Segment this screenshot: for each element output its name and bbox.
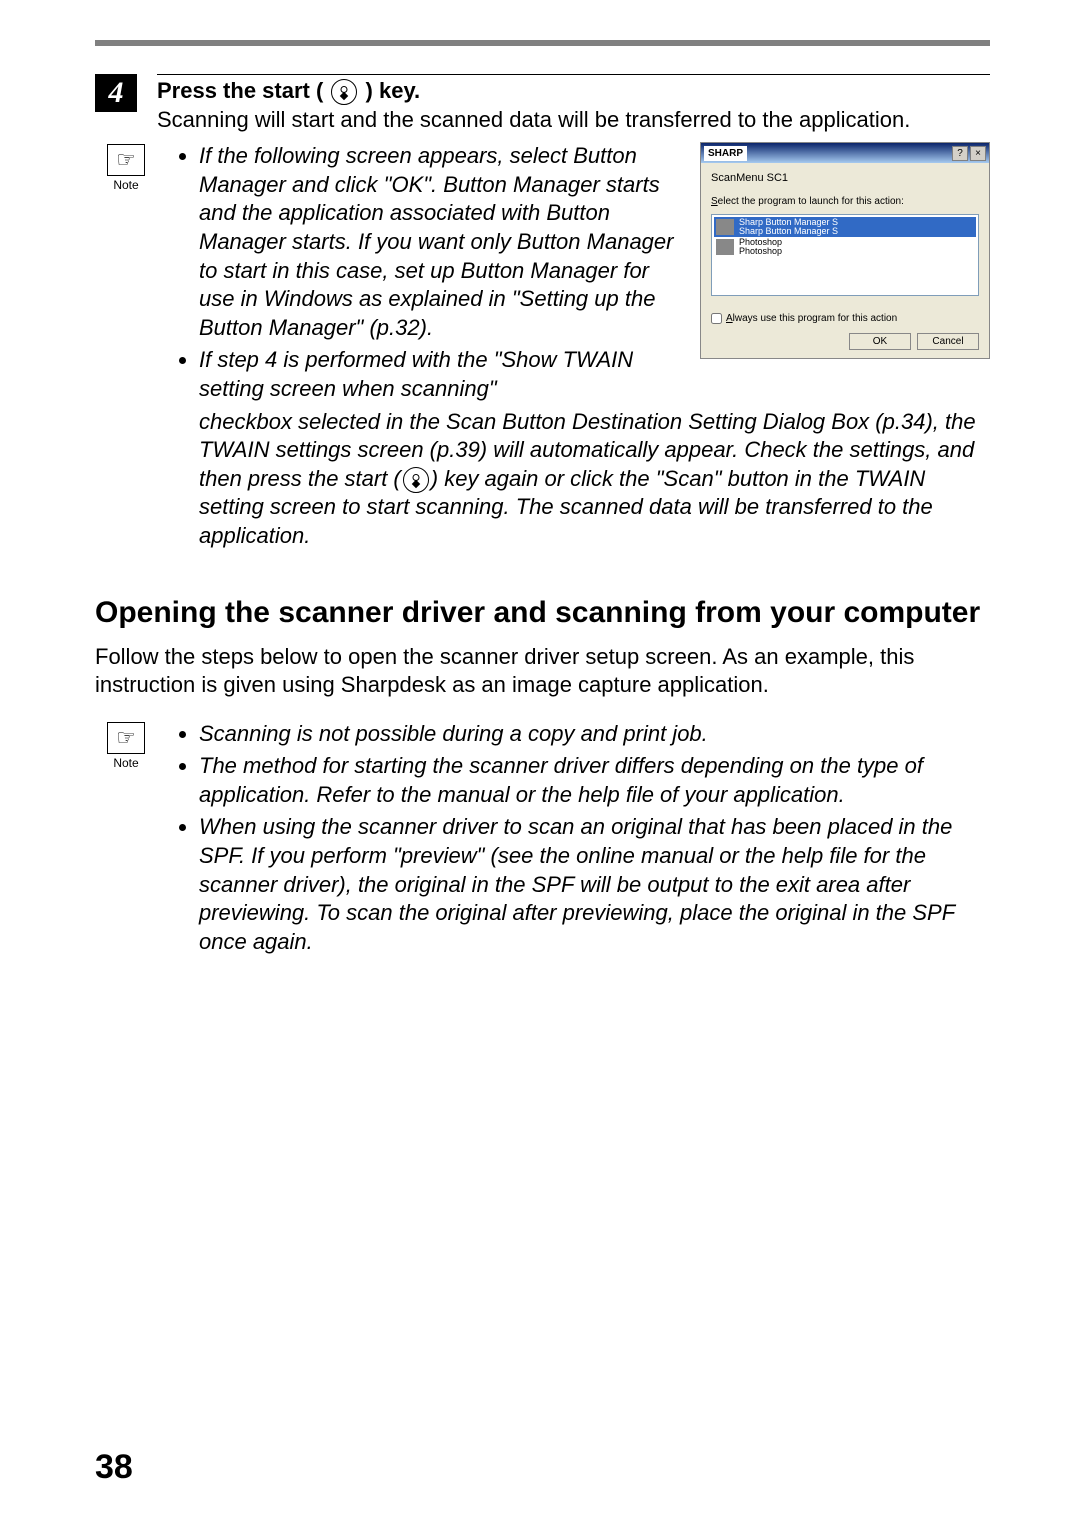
- step-4-block: 4 Press the start ( ) key. Scanning will…: [95, 74, 990, 134]
- note-icon-wrap: ☞ Note: [95, 144, 157, 192]
- help-icon[interactable]: ?: [952, 146, 968, 161]
- start-key-icon: [403, 467, 429, 493]
- list-item-photoshop[interactable]: Photoshop Photoshop: [714, 237, 976, 257]
- page-number: 38: [95, 1448, 133, 1487]
- program-icon: [716, 219, 734, 235]
- dialog-buttons: OK Cancel: [711, 333, 979, 350]
- note2-bullet2: The method for starting the scanner driv…: [199, 752, 990, 809]
- note1-list: If the following screen appears, select …: [177, 142, 682, 403]
- top-gray-bar: [95, 40, 990, 46]
- note1-bullet-text: If the following screen appears, select …: [177, 142, 682, 407]
- list-item-button-manager[interactable]: Sharp Button Manager S Sharp Button Mana…: [714, 217, 976, 237]
- checkbox-input[interactable]: [711, 313, 722, 324]
- program-list[interactable]: Sharp Button Manager S Sharp Button Mana…: [711, 214, 979, 296]
- step-number-badge: 4: [95, 74, 137, 112]
- note2-bullet3: When using the scanner driver to scan an…: [199, 813, 990, 956]
- note-icon-box: ☞: [107, 144, 145, 176]
- program-launch-dialog: SHARP ? × ScanMenu SC1 Select the progra…: [700, 142, 990, 359]
- step-title: Press the start ( ) key.: [157, 77, 990, 106]
- note2-bullet1: Scanning is not possible during a copy a…: [199, 720, 990, 749]
- dialog-subtitle: ScanMenu SC1: [711, 171, 979, 185]
- dialog-prompt: Select the program to launch for this ac…: [711, 195, 979, 208]
- program-icon: [716, 239, 734, 255]
- note1-bullet1: If the following screen appears, select …: [199, 142, 682, 342]
- note-section-1: ☞ Note If the following screen appears, …: [95, 142, 990, 550]
- note-label: Note: [95, 178, 157, 192]
- note1-bullet2-continuation: checkbox selected in the Scan Button Des…: [199, 408, 990, 551]
- step-description: Scanning will start and the scanned data…: [157, 106, 990, 135]
- dialog-body: ScanMenu SC1 Select the program to launc…: [701, 163, 989, 304]
- hand-icon: ☞: [116, 147, 136, 173]
- step-content: Press the start ( ) key. Scanning will s…: [157, 74, 990, 134]
- note2-list: Scanning is not possible during a copy a…: [177, 720, 990, 957]
- note-section-2: ☞ Note Scanning is not possible during a…: [95, 720, 990, 961]
- section-description: Follow the steps below to open the scann…: [95, 643, 990, 700]
- list-item-text: Photoshop Photoshop: [739, 238, 782, 256]
- dialog-brand: SHARP: [704, 146, 747, 161]
- note1-bullet2-firstline: If step 4 is performed with the "Show TW…: [199, 347, 633, 401]
- dialog-titlebar: SHARP ? ×: [701, 143, 989, 163]
- cancel-button[interactable]: Cancel: [917, 333, 979, 350]
- close-icon[interactable]: ×: [970, 146, 986, 161]
- note-icon-box: ☞: [107, 722, 145, 754]
- note2-content: Scanning is not possible during a copy a…: [157, 720, 990, 961]
- item1-line2: Sharp Button Manager S: [739, 227, 838, 236]
- always-use-checkbox[interactable]: Always use this program for this action: [711, 312, 979, 325]
- item2-line2: Photoshop: [739, 247, 782, 256]
- note1-bullet2-start: If step 4 is performed with the "Show TW…: [199, 346, 682, 403]
- checkbox-label: Always use this program for this action: [726, 312, 897, 325]
- note1-row: If the following screen appears, select …: [177, 142, 990, 407]
- dialog-bottom: Always use this program for this action …: [701, 304, 989, 358]
- start-key-icon: [331, 79, 357, 105]
- step-title-prefix: Press the start (: [157, 78, 323, 103]
- ok-button[interactable]: OK: [849, 333, 911, 350]
- step-title-suffix: ) key.: [366, 78, 421, 103]
- hand-icon: ☞: [116, 725, 136, 751]
- note-icon-wrap: ☞ Note: [95, 722, 157, 770]
- note-label: Note: [95, 756, 157, 770]
- section-heading: Opening the scanner driver and scanning …: [95, 595, 990, 631]
- list-item-text: Sharp Button Manager S Sharp Button Mana…: [739, 218, 838, 236]
- note1-content: If the following screen appears, select …: [177, 142, 990, 550]
